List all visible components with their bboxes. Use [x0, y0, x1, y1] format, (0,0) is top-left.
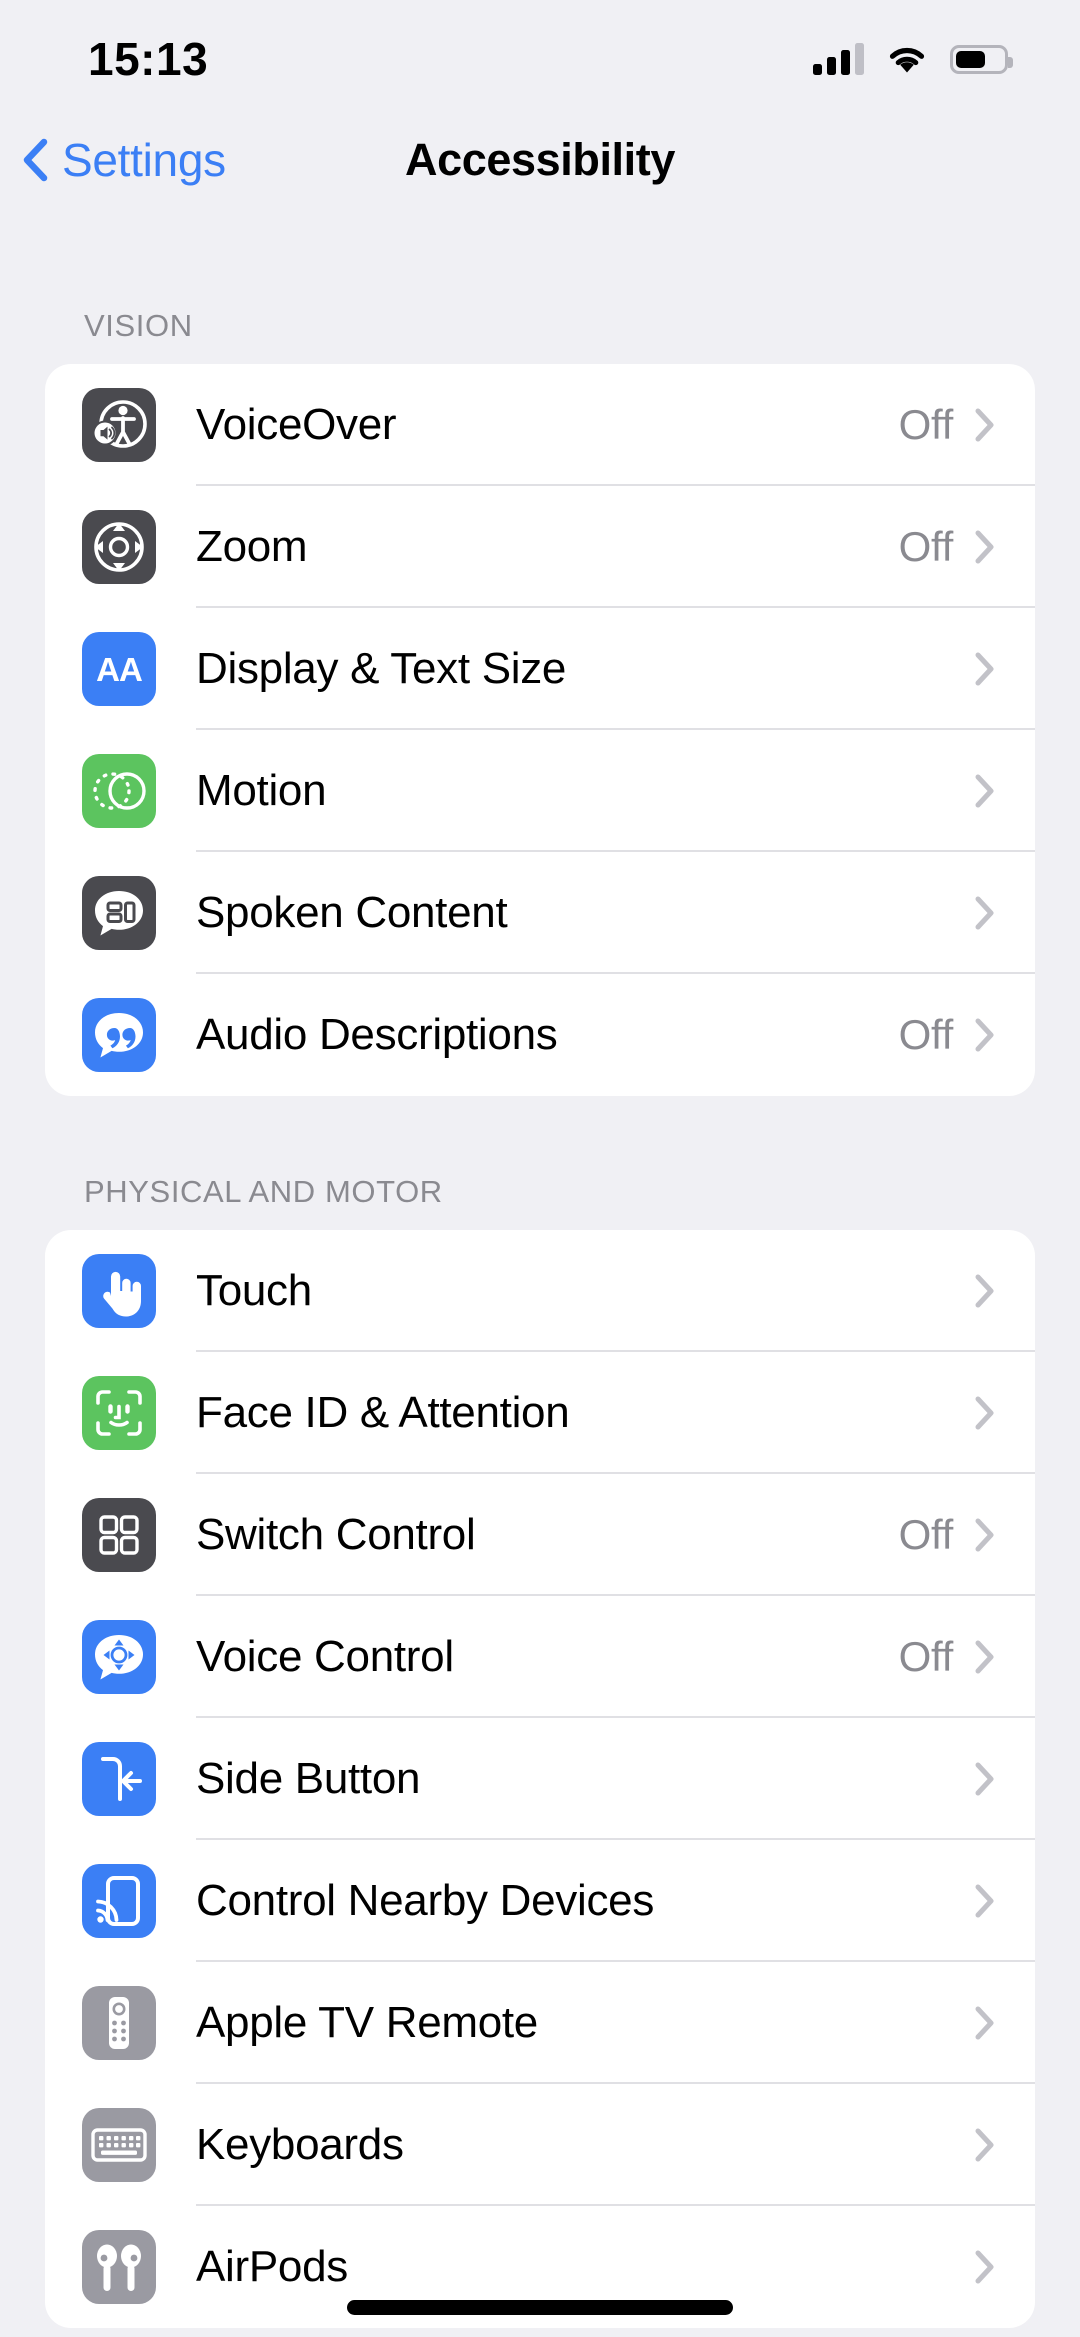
chevron-right-icon — [975, 1762, 994, 1796]
wifi-icon — [886, 43, 928, 75]
row-switch-control[interactable]: Switch Control Off — [45, 1474, 1035, 1596]
row-label: Motion — [196, 766, 327, 815]
status-bar: 15:13 — [0, 0, 1080, 104]
row-face-id-attention[interactable]: Face ID & Attention — [45, 1352, 1035, 1474]
row-label: Switch Control — [196, 1510, 476, 1559]
row-voiceover[interactable]: VoiceOver Off — [45, 364, 1035, 486]
row-keyboards[interactable]: Keyboards — [45, 2084, 1035, 2206]
side-button-icon — [82, 1742, 156, 1816]
motion-icon — [82, 754, 156, 828]
cellular-signal-icon — [813, 43, 864, 75]
row-label: Display & Text Size — [196, 644, 567, 693]
section-card-physical-and-motor: Touch Face ID & Attention Switch Control… — [45, 1230, 1035, 2328]
chevron-right-icon — [975, 530, 994, 564]
row-label: Touch — [196, 1266, 312, 1315]
row-spoken-content[interactable]: Spoken Content — [45, 852, 1035, 974]
row-label: Control Nearby Devices — [196, 1876, 655, 1925]
row-label: Spoken Content — [196, 888, 508, 937]
row-touch[interactable]: Touch — [45, 1230, 1035, 1352]
row-label: Side Button — [196, 1754, 421, 1803]
chevron-right-icon — [975, 1884, 994, 1918]
chevron-right-icon — [975, 1274, 994, 1308]
row-control-nearby-devices[interactable]: Control Nearby Devices — [45, 1840, 1035, 1962]
row-value: Off — [898, 523, 954, 570]
face-id-icon — [82, 1376, 156, 1450]
chevron-right-icon — [975, 2128, 994, 2162]
row-value: Off — [898, 1011, 954, 1058]
status-bar-time: 15:13 — [88, 33, 209, 85]
chevron-right-icon — [975, 1018, 994, 1052]
navigation-bar: Settings Accessibility — [0, 104, 1080, 216]
section-header-physical-and-motor: PHYSICAL AND MOTOR — [84, 1174, 443, 1209]
row-label: VoiceOver — [196, 400, 397, 449]
row-label: Voice Control — [196, 1632, 454, 1681]
row-side-button[interactable]: Side Button — [45, 1718, 1035, 1840]
page-title: Accessibility — [405, 134, 675, 185]
voiceover-icon — [82, 388, 156, 462]
chevron-right-icon — [975, 896, 994, 930]
row-label: Zoom — [196, 522, 308, 571]
row-label: Audio Descriptions — [196, 1010, 558, 1059]
row-display-text-size[interactable]: AA Display & Text Size — [45, 608, 1035, 730]
section-header-vision: VISION — [84, 308, 193, 343]
audio-descriptions-icon — [82, 998, 156, 1072]
spoken-content-icon — [82, 876, 156, 950]
row-apple-tv-remote[interactable]: Apple TV Remote — [45, 1962, 1035, 2084]
chevron-right-icon — [975, 774, 994, 808]
display-text-size-icon: AA — [82, 632, 156, 706]
row-value: Off — [898, 1633, 954, 1680]
nearby-devices-icon — [82, 1864, 156, 1938]
zoom-icon — [82, 510, 156, 584]
chevron-right-icon — [975, 1640, 994, 1674]
battery-icon — [950, 44, 1013, 74]
row-value: Off — [898, 401, 954, 448]
chevron-right-icon — [975, 652, 994, 686]
row-label: Face ID & Attention — [196, 1388, 570, 1437]
row-label: Keyboards — [196, 2120, 404, 2169]
settings-list: VISION VoiceOver Off Zoom Off AA Display… — [0, 216, 1080, 2328]
chevron-right-icon — [975, 2250, 994, 2284]
row-label: Apple TV Remote — [196, 1998, 538, 2047]
keyboard-icon — [82, 2108, 156, 2182]
row-zoom[interactable]: Zoom Off — [45, 486, 1035, 608]
switch-control-icon — [82, 1498, 156, 1572]
chevron-right-icon — [975, 1396, 994, 1430]
chevron-right-icon — [975, 1518, 994, 1552]
home-indicator[interactable] — [347, 2300, 733, 2315]
section-card-vision: VoiceOver Off Zoom Off AA Display & Text… — [45, 364, 1035, 1096]
display-text-size-icon-glyph: AA — [96, 650, 143, 688]
voice-control-icon — [82, 1620, 156, 1694]
touch-icon — [82, 1254, 156, 1328]
apple-tv-remote-icon — [82, 1986, 156, 2060]
chevron-right-icon — [975, 408, 994, 442]
status-bar-indicators — [813, 43, 1013, 75]
row-voice-control[interactable]: Voice Control Off — [45, 1596, 1035, 1718]
row-value: Off — [898, 1511, 954, 1558]
row-motion[interactable]: Motion — [45, 730, 1035, 852]
chevron-right-icon — [975, 2006, 994, 2040]
row-audio-descriptions[interactable]: Audio Descriptions Off — [45, 974, 1035, 1096]
row-label: AirPods — [196, 2242, 348, 2291]
airpods-icon — [82, 2230, 156, 2304]
